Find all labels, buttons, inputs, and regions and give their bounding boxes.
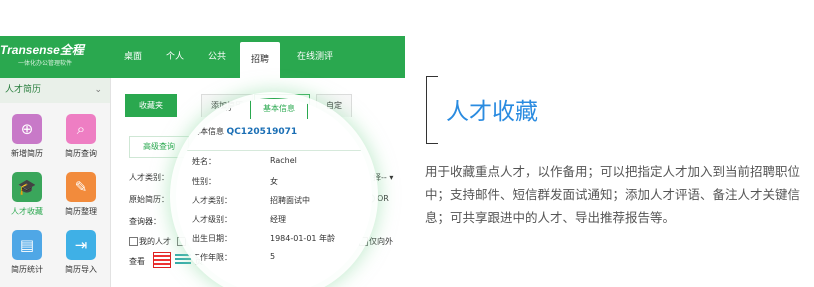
- top-nav-bar: Transense全程 一体化办公管理软件 桌面 个人 公共 招聘 在线测评: [0, 36, 405, 78]
- detail-divider: [176, 150, 372, 151]
- graduation-cap-icon: 🎓: [12, 172, 42, 202]
- sidebar-item-label: 简历统计: [11, 265, 43, 274]
- nav-personal[interactable]: 个人: [160, 36, 190, 78]
- sidebar-section-title: 人才简历: [5, 85, 42, 95]
- sidebar: 人才简历 ⌄ ⊕ 新增简历 ⌕ 简历查询 🎓 人才收藏 ✎ 简历整理 ▤ 简历统…: [0, 78, 111, 287]
- nav-recruit[interactable]: 招聘: [240, 42, 280, 78]
- detail-label: 人才类别：: [192, 196, 232, 205]
- sidebar-item-resume-organize[interactable]: ✎ 简历整理: [54, 172, 108, 222]
- id-card-icon: ▤: [12, 230, 42, 260]
- detail-label: 出生日期：: [192, 234, 232, 243]
- app-logo: Transense全程: [0, 43, 84, 57]
- detail-value: 5: [270, 252, 276, 261]
- tab-advanced-search[interactable]: 高级查询: [129, 136, 189, 158]
- tab-favorites[interactable]: 收藏夹: [125, 94, 177, 117]
- detail-label: 性别：: [192, 177, 216, 186]
- pencil-icon: ✎: [66, 172, 96, 202]
- sidebar-item-resume-search[interactable]: ⌕ 简历查询: [54, 114, 108, 164]
- type-select[interactable]: 择-- ▾: [373, 172, 393, 183]
- query-label: 查询器：: [129, 217, 161, 226]
- detail-value: 招聘面试中: [270, 196, 310, 205]
- feature-title: 人才收藏: [446, 99, 538, 125]
- sidebar-item-resume-import[interactable]: ⇥ 简历导入: [54, 230, 108, 280]
- detail-value: 经理: [270, 215, 286, 224]
- sidebar-item-label: 简历整理: [65, 207, 97, 216]
- title-bracket: [426, 76, 438, 144]
- checkbox-my-talent[interactable]: 我的人才: [129, 236, 171, 247]
- detail-label: 人才级别：: [192, 215, 232, 224]
- import-icon: ⇥: [66, 230, 96, 260]
- lens-tab-basic[interactable]: 基本信息: [250, 98, 308, 119]
- lens-tab-add[interactable]: 添加简历: [188, 98, 244, 118]
- search-doc-icon: ⌕: [66, 114, 96, 144]
- detail-label: 工作年限：: [192, 253, 232, 262]
- app-screenshot: Transense全程 一体化办公管理软件 桌面 个人 公共 招聘 在线测评 人…: [0, 0, 405, 287]
- detail-value: 1984-01-01 年龄: [270, 234, 336, 243]
- feature-description: 用于收藏重点人才，以作备用；可以把指定人才加入到当前招聘职位中；支持邮件、短信群…: [425, 164, 801, 225]
- detail-value: Rachel: [270, 156, 297, 165]
- nav-online-test[interactable]: 在线测评: [290, 36, 340, 78]
- grid-view-icon[interactable]: [175, 252, 191, 266]
- checkbox-only-outward[interactable]: 仅向外: [359, 236, 393, 247]
- detail-value: 女: [270, 177, 278, 186]
- sidebar-item-talent-favorites[interactable]: 🎓 人才收藏: [0, 172, 54, 222]
- sidebar-section-header[interactable]: 人才简历 ⌄: [0, 78, 110, 103]
- sidebar-item-label: 人才收藏: [11, 207, 43, 216]
- talent-type-label: 人才类别：: [129, 173, 169, 182]
- view-label: 查看: [129, 257, 145, 266]
- detail-magnifier: 添加简历 基本信息 基本信息 QC120519071 姓名： Rachel 性别…: [176, 98, 372, 287]
- talent-code: QC120519071: [226, 127, 298, 137]
- sidebar-item-label: 简历导入: [65, 265, 97, 274]
- plus-circle-icon: ⊕: [12, 114, 42, 144]
- detail-header: 基本信息 QC120519071: [192, 127, 298, 137]
- source-resume-label: 原始简历：: [129, 195, 169, 204]
- chevron-down-icon[interactable]: ⌄: [94, 78, 102, 103]
- nav-desktop[interactable]: 桌面: [118, 36, 148, 78]
- app-logo-subtitle: 一体化办公管理软件: [18, 60, 73, 67]
- main-panel: 收藏夹 添加简历 基本信息 自定 高级查询 人才类别： 原始简历： 查询器： 我…: [111, 78, 405, 287]
- nav-public[interactable]: 公共: [202, 36, 232, 78]
- sidebar-item-new-resume[interactable]: ⊕ 新增简历: [0, 114, 54, 164]
- sidebar-item-label: 新增简历: [11, 149, 43, 158]
- list-view-icon[interactable]: [153, 252, 171, 268]
- detail-label: 姓名：: [192, 157, 216, 166]
- sidebar-item-label: 简历查询: [65, 149, 97, 158]
- sidebar-item-resume-stats[interactable]: ▤ 简历统计: [0, 230, 54, 280]
